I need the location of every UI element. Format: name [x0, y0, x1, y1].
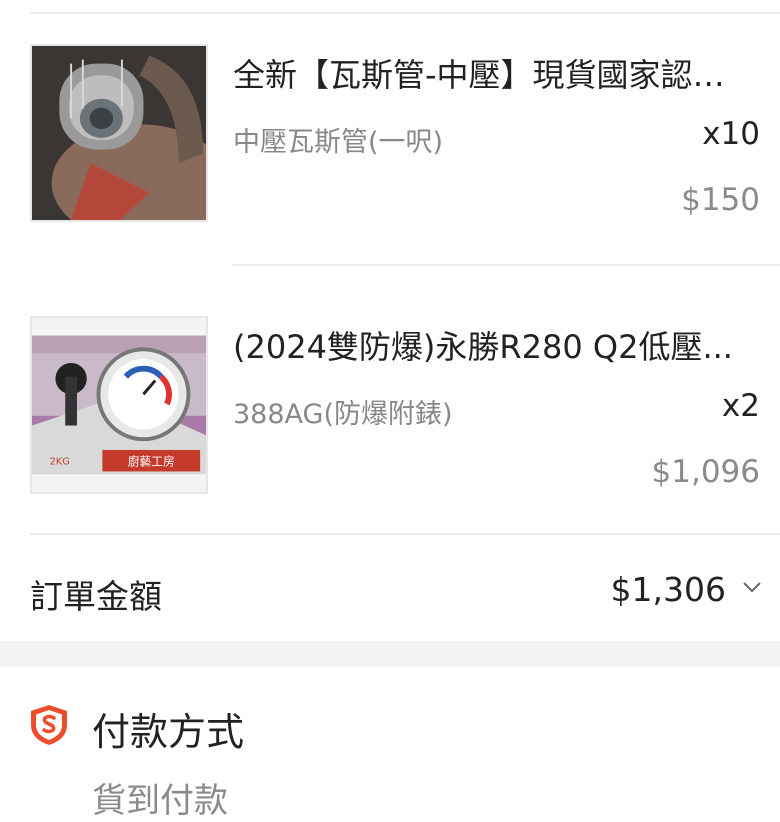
order-total-row[interactable]: 訂單金額 $1,306: [0, 542, 780, 640]
payment-section[interactable]: 付款方式 貨到付款: [0, 667, 780, 822]
gas-regulator-photo-icon: 廚藝工房 2KG: [32, 318, 206, 492]
product-thumbnail[interactable]: 廚藝工房 2KG: [30, 316, 208, 494]
product-thumbnail[interactable]: [30, 44, 208, 222]
item-price: $1,096: [651, 454, 760, 490]
order-total-label: 訂單金額: [30, 577, 162, 616]
section-divider: [30, 533, 780, 535]
payment-title: 付款方式: [92, 710, 245, 754]
section-gap: [0, 641, 780, 667]
item-title[interactable]: 全新【瓦斯管-中壓】現貨國家認證...: [233, 50, 752, 96]
order-item[interactable]: 全新【瓦斯管-中壓】現貨國家認證... 中壓瓦斯管(一呎) x10 $150: [0, 40, 780, 240]
order-total-value: $1,306: [610, 570, 726, 609]
order-item[interactable]: 廚藝工房 2KG (2024雙防爆)永勝R280 Q2低壓... 388AG(防…: [0, 312, 780, 512]
top-divider: [30, 12, 780, 14]
item-price: $150: [681, 182, 760, 218]
chevron-down-icon[interactable]: [742, 580, 762, 594]
item-variant: 388AG(防爆附錶): [233, 399, 453, 430]
item-quantity: x2: [721, 388, 760, 424]
gas-hose-photo-icon: [32, 46, 206, 220]
item-divider: [232, 264, 780, 266]
image-tag: 2KG: [50, 457, 70, 468]
payment-method[interactable]: 貨到付款: [92, 773, 228, 822]
item-variant: 中壓瓦斯管(一呎): [233, 127, 444, 158]
shopee-shield-icon: [31, 705, 67, 745]
item-quantity: x10: [702, 116, 760, 152]
item-title[interactable]: (2024雙防爆)永勝R280 Q2低壓...: [233, 322, 752, 368]
image-caption: 廚藝工房: [128, 455, 175, 469]
